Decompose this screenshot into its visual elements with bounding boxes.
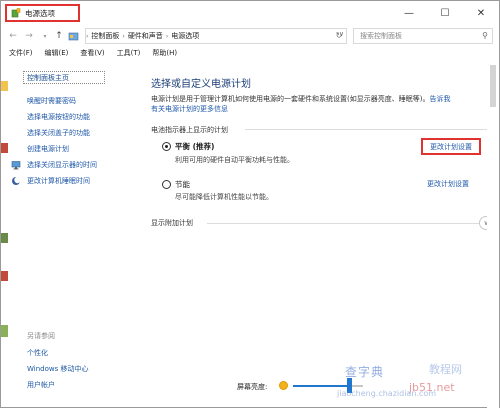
search-icon[interactable]: ⚲ [482, 31, 488, 40]
plan-power-saver-change-settings-link[interactable]: 更改计划设置 [427, 179, 469, 189]
maximize-button[interactable]: ☐ [427, 1, 463, 25]
plan-balanced-radio[interactable] [162, 142, 171, 151]
search-placeholder: 搜索控制面板 [360, 32, 402, 40]
sidebar-item-close-lid[interactable]: 选择关闭盖子的功能 [27, 128, 90, 138]
brightness-sun-icon [279, 381, 288, 390]
plan-balanced-desc: 利用可用的硬件自动平衡功耗与性能。 [175, 156, 294, 164]
plan-power-saver-radio[interactable] [162, 180, 171, 189]
navigation-bar: ← → ▾ ↑ › 控制面板 › 硬件和声音 › 电源选项 ∨ ↻ 搜索控制面板… [1, 27, 499, 45]
sidebar-item-turn-off-display[interactable]: 选择关闭显示器的时间 [27, 160, 97, 170]
back-button[interactable]: ← [7, 29, 19, 43]
brightness-slider-fill [293, 385, 349, 387]
power-options-app-icon [11, 8, 21, 18]
control-panel-icon [67, 29, 79, 43]
tell-me-link[interactable]: 告诉我 [429, 95, 450, 103]
up-button[interactable]: ↑ [53, 29, 65, 43]
brightness-slider[interactable] [293, 385, 363, 387]
moon-sleep-icon [11, 176, 21, 186]
battery-meter-plans-heading: 电池指示器上显示的计划 [151, 126, 228, 134]
minimize-button[interactable]: — [391, 1, 427, 25]
page-description: 电源计划是用于管理计算机如何使用电源的一套硬件和系统设置(如显示器亮度、睡眠等)… [151, 94, 487, 114]
show-additional-plans-label[interactable]: 显示附加计划 [151, 218, 193, 228]
forward-button[interactable]: → [23, 29, 35, 43]
menu-view[interactable]: 查看(V) [80, 48, 104, 61]
brightness-slider-thumb[interactable] [347, 378, 352, 393]
menu-help[interactable]: 帮助(H) [152, 48, 177, 61]
refresh-icon[interactable]: ↻ [333, 29, 345, 41]
menu-tools[interactable]: 工具(T) [117, 48, 141, 61]
window-title: 电源选项 [25, 8, 55, 18]
additional-plans-divider [207, 223, 479, 224]
address-bar[interactable]: › 控制面板 › 硬件和声音 › 电源选项 ∨ [85, 28, 347, 44]
sidebar-item-require-password[interactable]: 唤醒时需要密码 [27, 96, 76, 106]
scrollbar-thumb[interactable] [490, 65, 496, 107]
recent-locations-chevron-icon[interactable]: ▾ [39, 29, 51, 43]
see-also-user-accounts[interactable]: 用户帐户 [27, 380, 55, 390]
plan-balanced-name[interactable]: 平衡 (推荐) [175, 141, 214, 152]
close-button[interactable]: ✕ [463, 1, 499, 25]
sidebar-item-change-sleep[interactable]: 更改计算机睡眠时间 [27, 176, 90, 186]
main-content-pane: 选择或自定义电源计划 电源计划是用于管理计算机如何使用电源的一套硬件和系统设置(… [151, 63, 499, 408]
see-also-personalization[interactable]: 个性化 [27, 348, 48, 358]
plan-balanced-change-settings-link[interactable]: 更改计划设置 [421, 138, 481, 155]
see-also-heading: 另请参阅 [27, 332, 55, 340]
section-divider [245, 129, 491, 130]
see-also-mobility-center[interactable]: Windows 移动中心 [27, 364, 88, 374]
search-input[interactable]: 搜索控制面板 ⚲ [353, 28, 493, 44]
control-panel-home-link[interactable]: 控制面板主页 [23, 71, 105, 84]
description-text: 电源计划是用于管理计算机如何使用电源的一套硬件和系统设置(如显示器亮度、睡眠等)… [151, 95, 430, 103]
plan-power-saver-name[interactable]: 节能 [175, 179, 190, 190]
plan-power-saver-desc: 尽可能降低计算机性能以节能。 [175, 193, 273, 201]
sidebar-item-create-plan[interactable]: 创建电源计划 [27, 144, 69, 154]
monitor-icon [11, 160, 21, 170]
window-title-highlight: 电源选项 [5, 4, 80, 22]
sidebar-item-power-buttons[interactable]: 选择电源按钮的功能 [27, 112, 90, 122]
menu-edit[interactable]: 编辑(E) [45, 48, 69, 61]
breadcrumb-power-options[interactable]: 电源选项 [168, 31, 202, 41]
breadcrumb-control-panel[interactable]: 控制面板 [88, 31, 122, 41]
title-bar: 电源选项 — ☐ ✕ [1, 1, 499, 25]
vertical-scrollbar[interactable] [487, 63, 499, 408]
breadcrumb-hardware-sound[interactable]: 硬件和声音 [125, 31, 166, 41]
menu-file[interactable]: 文件(F) [9, 48, 33, 61]
menu-bar: 文件(F) 编辑(E) 查看(V) 工具(T) 帮助(H) [1, 48, 499, 61]
screen-brightness-label: 屏幕亮度: [237, 383, 268, 391]
power-plan-info-link[interactable]: 有关电源计划的更多信息 [151, 105, 228, 113]
left-navigation-pane: 控制面板主页 唤醒时需要密码 选择电源按钮的功能 选择关闭盖子的功能 创建电源计… [1, 63, 136, 408]
page-title: 选择或自定义电源计划 [151, 79, 251, 90]
power-options-window: 电源选项 — ☐ ✕ ← → ▾ ↑ › 控制面板 › 硬件和声音 › 电源选项… [0, 0, 500, 408]
